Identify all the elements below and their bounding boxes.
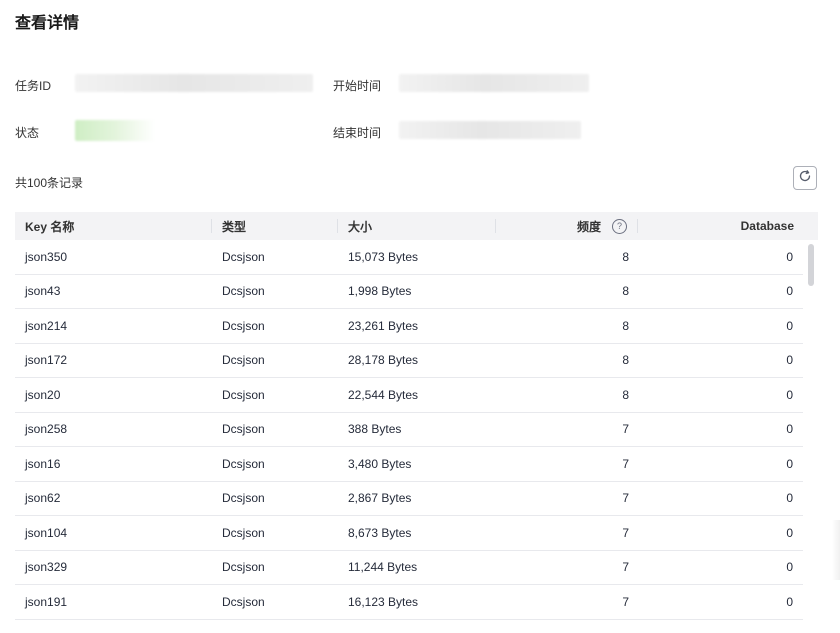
- cell-key: json16: [25, 456, 61, 471]
- table-row[interactable]: json104 Dcsjson 8,673 Bytes 7 0: [15, 516, 803, 551]
- cell-size: 28,178 Bytes: [348, 353, 419, 368]
- cell-size: 1,998 Bytes: [348, 284, 412, 299]
- cell-database: 0: [786, 491, 793, 506]
- cell-type: Dcsjson: [222, 387, 265, 402]
- cell-database: 0: [786, 249, 793, 264]
- cell-key: json43: [25, 284, 61, 299]
- cell-size: 8,673 Bytes: [348, 525, 412, 540]
- cell-database: 0: [786, 594, 793, 609]
- cell-size: 15,073 Bytes: [348, 249, 419, 264]
- cell-frequency: 8: [622, 318, 629, 333]
- cell-database: 0: [786, 387, 793, 402]
- column-divider: [211, 219, 212, 233]
- column-divider: [495, 219, 496, 233]
- cell-database: 0: [786, 456, 793, 471]
- cell-frequency: 7: [622, 491, 629, 506]
- table-scrollbar[interactable]: [808, 244, 814, 286]
- cell-database: 0: [786, 560, 793, 575]
- cell-frequency: 8: [622, 249, 629, 264]
- cell-frequency: 8: [622, 353, 629, 368]
- cell-frequency: 8: [622, 284, 629, 299]
- table-row[interactable]: json191 Dcsjson 16,123 Bytes 7 0: [15, 585, 803, 620]
- cell-size: 388 Bytes: [348, 422, 402, 437]
- cell-size: 3,480 Bytes: [348, 456, 412, 471]
- column-header-key[interactable]: Key 名称: [25, 212, 74, 240]
- cell-size: 16,123 Bytes: [348, 594, 419, 609]
- end-time-label: 结束时间: [333, 126, 382, 140]
- cell-size: 2,867 Bytes: [348, 491, 412, 506]
- table-header: Key 名称 类型 大小 频度 ? Database: [15, 212, 818, 240]
- page-title: 查看详情: [15, 15, 80, 32]
- table-row[interactable]: json62 Dcsjson 2,867 Bytes 7 0: [15, 482, 803, 516]
- cell-frequency: 8: [622, 387, 629, 402]
- cell-type: Dcsjson: [222, 422, 265, 437]
- cell-type: Dcsjson: [222, 594, 265, 609]
- cell-type: Dcsjson: [222, 456, 265, 471]
- cell-type: Dcsjson: [222, 284, 265, 299]
- cell-frequency: 7: [622, 594, 629, 609]
- start-time-value-redacted: [399, 74, 589, 92]
- cell-frequency: 7: [622, 422, 629, 437]
- refresh-icon: [798, 169, 812, 188]
- cell-type: Dcsjson: [222, 491, 265, 506]
- cell-type: Dcsjson: [222, 249, 265, 264]
- window-edge: [832, 520, 840, 580]
- refresh-button[interactable]: [793, 166, 817, 190]
- cell-key: json20: [25, 387, 61, 402]
- table-row[interactable]: json329 Dcsjson 11,244 Bytes 7 0: [15, 551, 803, 585]
- column-divider: [337, 219, 338, 233]
- start-time-label: 开始时间: [333, 79, 382, 93]
- status-label: 状态: [15, 126, 40, 140]
- record-count: 共100条记录: [15, 176, 84, 190]
- cell-type: Dcsjson: [222, 353, 265, 368]
- status-badge-redacted: [75, 120, 155, 141]
- cell-key: json258: [25, 422, 68, 437]
- column-header-frequency[interactable]: 频度: [577, 212, 601, 240]
- table-row[interactable]: json43 Dcsjson 1,998 Bytes 8 0: [15, 275, 803, 309]
- cell-database: 0: [786, 353, 793, 368]
- table-row[interactable]: json20 Dcsjson 22,544 Bytes 8 0: [15, 378, 803, 413]
- cell-key: json214: [25, 318, 68, 333]
- keys-table: Key 名称 类型 大小 频度 ? Database json350 Dcsjso…: [15, 212, 818, 622]
- cell-key: json329: [25, 560, 68, 575]
- cell-frequency: 7: [622, 525, 629, 540]
- cell-database: 0: [786, 422, 793, 437]
- cell-frequency: 7: [622, 456, 629, 471]
- table-row[interactable]: json16 Dcsjson 3,480 Bytes 7 0: [15, 447, 803, 482]
- cell-type: Dcsjson: [222, 525, 265, 540]
- task-id-label: 任务ID: [15, 79, 52, 93]
- question-circle-icon[interactable]: ?: [612, 219, 627, 234]
- cell-size: 11,244 Bytes: [348, 560, 418, 575]
- column-header-size[interactable]: 大小: [348, 212, 372, 240]
- cell-key: json104: [25, 525, 68, 540]
- cell-key: json350: [25, 249, 68, 264]
- column-header-database[interactable]: Database: [741, 212, 794, 240]
- table-row[interactable]: json172 Dcsjson 28,178 Bytes 8 0: [15, 344, 803, 378]
- cell-type: Dcsjson: [222, 318, 265, 333]
- table-row[interactable]: json258 Dcsjson 388 Bytes 7 0: [15, 413, 803, 447]
- end-time-value-redacted: [399, 121, 581, 139]
- cell-type: Dcsjson: [222, 560, 265, 575]
- cell-key: json62: [25, 491, 61, 506]
- cell-size: 22,544 Bytes: [348, 387, 419, 402]
- cell-key: json191: [25, 594, 68, 609]
- table-body: json350 Dcsjson 15,073 Bytes 8 0 json43 Dcsjso…: [15, 240, 818, 620]
- task-id-value-redacted: [75, 74, 313, 92]
- cell-database: 0: [786, 525, 793, 540]
- cell-frequency: 7: [622, 560, 629, 575]
- column-divider: [637, 219, 638, 233]
- cell-database: 0: [786, 284, 793, 299]
- cell-key: json172: [25, 353, 68, 368]
- cell-size: 23,261 Bytes: [348, 318, 419, 333]
- table-row[interactable]: json214 Dcsjson 23,261 Bytes 8 0: [15, 309, 803, 344]
- column-header-type[interactable]: 类型: [222, 212, 246, 240]
- cell-database: 0: [786, 318, 793, 333]
- table-row[interactable]: json350 Dcsjson 15,073 Bytes 8 0: [15, 240, 803, 275]
